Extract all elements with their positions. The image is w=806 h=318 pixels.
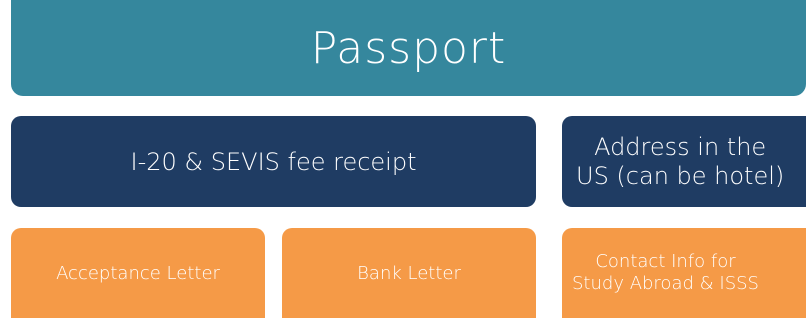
- i20-sevis-label: I-20 & SEVIS fee receipt: [130, 147, 417, 176]
- passport-label: Passport: [310, 22, 507, 74]
- bank-letter-box: Bank Letter: [282, 228, 536, 318]
- address-box: Address in the US (can be hotel): [562, 116, 806, 207]
- contact-info-box: Contact Info for Study Abroad & ISSS: [562, 228, 806, 318]
- acceptance-letter-box: Acceptance Letter: [11, 228, 265, 318]
- acceptance-letter-label: Acceptance Letter: [56, 262, 220, 284]
- passport-box: Passport: [11, 0, 806, 96]
- address-label: Address in the US (can be hotel): [576, 132, 785, 190]
- contact-info-label: Contact Info for Study Abroad & ISSS: [572, 251, 759, 294]
- bank-letter-label: Bank Letter: [357, 262, 461, 284]
- i20-sevis-box: I-20 & SEVIS fee receipt: [11, 116, 536, 207]
